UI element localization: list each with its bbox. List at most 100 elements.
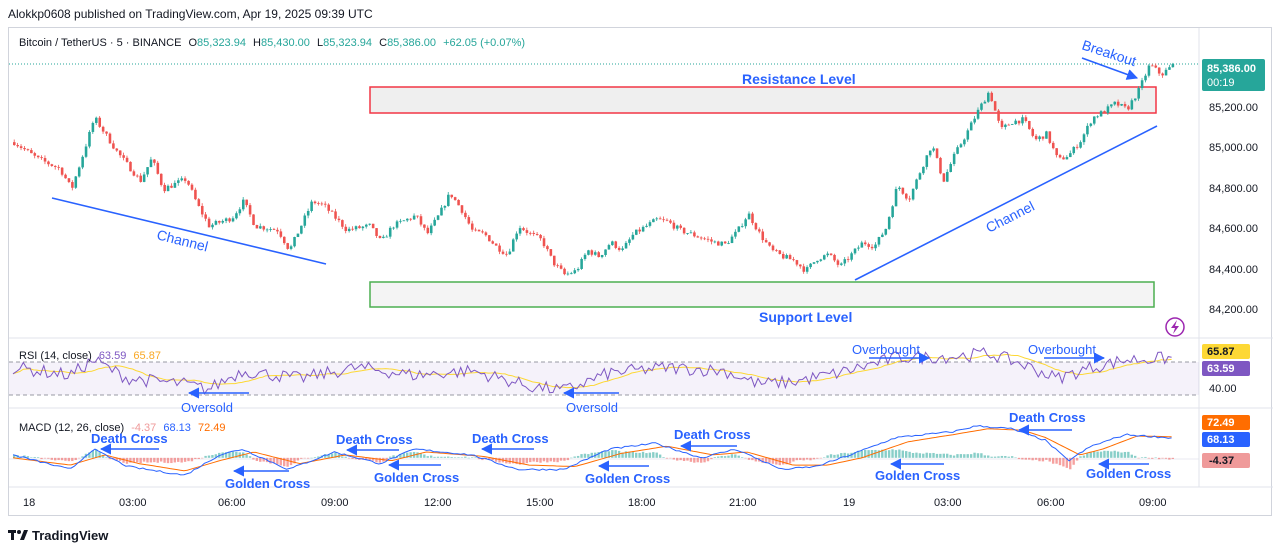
candle[interactable] bbox=[590, 250, 594, 255]
candle[interactable] bbox=[252, 214, 255, 225]
candle[interactable] bbox=[1120, 104, 1123, 106]
candle[interactable] bbox=[371, 223, 375, 229]
candle[interactable] bbox=[682, 227, 686, 234]
candle[interactable] bbox=[959, 144, 963, 148]
candle[interactable] bbox=[443, 205, 447, 208]
candle[interactable] bbox=[1034, 135, 1038, 140]
candle[interactable] bbox=[313, 201, 317, 204]
candle[interactable] bbox=[416, 215, 419, 217]
candle[interactable] bbox=[727, 243, 730, 244]
candle[interactable] bbox=[980, 103, 983, 110]
candle[interactable] bbox=[16, 145, 19, 147]
candle[interactable] bbox=[153, 159, 156, 163]
candle[interactable] bbox=[594, 252, 597, 255]
candle[interactable] bbox=[648, 222, 652, 226]
candle[interactable] bbox=[552, 255, 556, 266]
candle[interactable] bbox=[221, 220, 225, 223]
candle[interactable] bbox=[597, 252, 600, 258]
candle[interactable] bbox=[624, 242, 628, 249]
candle[interactable] bbox=[324, 203, 327, 205]
candle[interactable] bbox=[884, 228, 888, 235]
candle[interactable] bbox=[122, 155, 125, 158]
candle[interactable] bbox=[187, 180, 190, 185]
candle[interactable] bbox=[529, 232, 532, 234]
candle[interactable] bbox=[631, 234, 635, 240]
candle[interactable] bbox=[525, 230, 529, 233]
candle[interactable] bbox=[652, 219, 655, 223]
candle[interactable] bbox=[641, 226, 645, 232]
candle[interactable] bbox=[436, 215, 440, 220]
candle[interactable] bbox=[922, 166, 925, 174]
candle[interactable] bbox=[183, 178, 187, 181]
candle[interactable] bbox=[289, 246, 293, 249]
candle[interactable] bbox=[549, 249, 553, 256]
candle[interactable] bbox=[621, 248, 624, 250]
candle[interactable] bbox=[170, 185, 173, 188]
signal-line[interactable] bbox=[12, 428, 1172, 472]
channel-line-right[interactable] bbox=[854, 125, 1158, 281]
candle[interactable] bbox=[819, 259, 823, 261]
candle[interactable] bbox=[908, 198, 911, 200]
candle[interactable] bbox=[375, 228, 378, 236]
candle[interactable] bbox=[570, 273, 573, 275]
candle[interactable] bbox=[460, 205, 464, 213]
candle[interactable] bbox=[84, 146, 88, 157]
candle[interactable] bbox=[303, 215, 307, 226]
price-axis[interactable]: 85,200.00 85,000.00 84,800.00 84,600.00 … bbox=[1209, 102, 1258, 316]
candle[interactable] bbox=[317, 203, 320, 204]
candle[interactable] bbox=[296, 233, 300, 238]
candle[interactable] bbox=[645, 225, 648, 227]
candle[interactable] bbox=[1099, 111, 1103, 117]
candle[interactable] bbox=[566, 273, 570, 275]
candle[interactable] bbox=[775, 250, 778, 251]
candle[interactable] bbox=[484, 232, 488, 236]
candle[interactable] bbox=[64, 174, 67, 179]
candle[interactable] bbox=[973, 118, 976, 123]
candle[interactable] bbox=[36, 155, 40, 158]
candle[interactable] bbox=[136, 175, 139, 177]
candle[interactable] bbox=[809, 263, 812, 268]
candle[interactable] bbox=[822, 255, 826, 260]
candle[interactable] bbox=[115, 148, 119, 151]
candle[interactable] bbox=[1079, 142, 1082, 148]
candle[interactable] bbox=[1086, 125, 1089, 135]
candle[interactable] bbox=[635, 229, 638, 235]
candle[interactable] bbox=[13, 142, 16, 146]
candle[interactable] bbox=[559, 265, 563, 269]
candle[interactable] bbox=[464, 212, 467, 218]
candle[interactable] bbox=[112, 143, 115, 149]
candle[interactable] bbox=[710, 239, 713, 242]
candle[interactable] bbox=[1082, 134, 1086, 143]
candle[interactable] bbox=[477, 229, 481, 232]
chart-canvas[interactable]: Resistance Level Support Level Breakout … bbox=[9, 28, 1273, 517]
candle[interactable] bbox=[997, 110, 1000, 121]
candle[interactable] bbox=[638, 229, 641, 232]
candle[interactable] bbox=[1062, 157, 1065, 160]
candle[interactable] bbox=[1014, 120, 1017, 125]
candle[interactable] bbox=[57, 166, 60, 168]
candle[interactable] bbox=[406, 218, 409, 221]
candle[interactable] bbox=[587, 250, 590, 255]
candle[interactable] bbox=[511, 239, 515, 252]
candle[interactable] bbox=[853, 248, 857, 254]
candle[interactable] bbox=[129, 161, 132, 172]
candle[interactable] bbox=[501, 251, 505, 254]
candle[interactable] bbox=[262, 226, 266, 230]
candle[interactable] bbox=[1058, 155, 1062, 158]
candle[interactable] bbox=[426, 227, 430, 234]
candle[interactable] bbox=[1017, 120, 1021, 124]
candle[interactable] bbox=[1154, 65, 1158, 68]
candle[interactable] bbox=[235, 213, 238, 219]
candle[interactable] bbox=[498, 245, 501, 252]
candle[interactable] bbox=[419, 216, 423, 225]
candle[interactable] bbox=[23, 147, 26, 150]
candle[interactable] bbox=[723, 241, 727, 244]
candle[interactable] bbox=[365, 224, 368, 227]
candle[interactable] bbox=[987, 92, 990, 102]
candle[interactable] bbox=[211, 224, 214, 228]
candle[interactable] bbox=[194, 189, 197, 200]
candle[interactable] bbox=[491, 241, 495, 244]
candle[interactable] bbox=[905, 193, 908, 199]
candle[interactable] bbox=[1038, 136, 1041, 140]
candle[interactable] bbox=[361, 226, 365, 229]
